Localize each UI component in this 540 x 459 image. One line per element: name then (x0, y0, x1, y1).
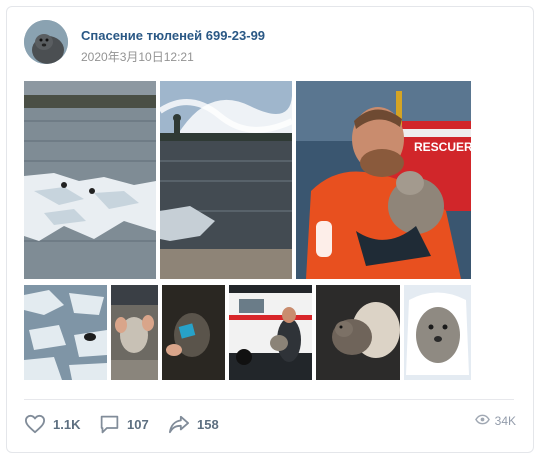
comment-icon (99, 414, 120, 435)
view-counter: 34K (474, 414, 516, 428)
photo-seal-pup[interactable] (316, 285, 400, 380)
eye-icon (474, 414, 490, 428)
like-button[interactable]: 1.1K (24, 410, 80, 438)
photo-seal-in-ice[interactable] (24, 285, 107, 380)
author-name-link[interactable]: Спасение тюленей 699-23-99 (81, 28, 265, 43)
post-date[interactable]: 2020年3月10日12:21 (81, 48, 194, 65)
comment-count: 107 (127, 416, 149, 432)
author-avatar[interactable] (24, 20, 68, 64)
photo-rescuer-with-seal[interactable]: RESCUER (296, 81, 471, 279)
photo-seal-blanket[interactable] (404, 285, 471, 380)
photo-embankment[interactable] (160, 81, 292, 279)
share-button[interactable]: 158 (168, 410, 219, 438)
photo-hands-with-seal[interactable] (111, 285, 158, 380)
photo-ambulance[interactable] (229, 285, 312, 380)
actions-divider (24, 399, 514, 400)
share-count: 158 (197, 416, 219, 432)
like-count: 1.1K (53, 416, 81, 432)
rescuer-boat-label: RESCUER (414, 140, 471, 154)
heart-icon (24, 414, 46, 434)
view-count: 34K (494, 414, 516, 428)
photo-ice-river[interactable] (24, 81, 156, 279)
share-icon (168, 414, 190, 434)
photo-tagged-seal[interactable] (162, 285, 225, 380)
comment-button[interactable]: 107 (99, 410, 149, 438)
